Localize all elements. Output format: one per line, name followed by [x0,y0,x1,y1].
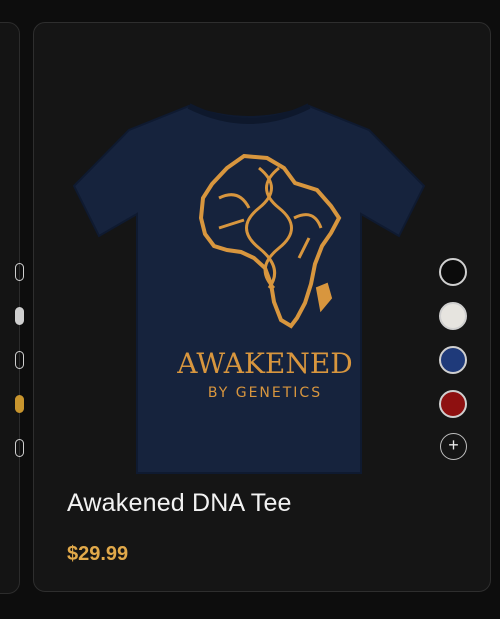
print-subtitle: BY GENETICS [208,385,322,401]
more-colors-button[interactable]: + [440,433,467,460]
color-swatch-black[interactable] [439,258,467,286]
prev-swatch-other[interactable] [15,439,24,457]
prev-swatch-gray[interactable] [15,351,24,369]
tshirt-shape [72,104,426,474]
product-card[interactable]: AWAKENED BY GENETICS + Awakened DNA Tee … [33,22,491,592]
print-title: AWAKENED [176,347,352,380]
color-swatch-navy[interactable] [439,346,467,374]
prev-swatch-white[interactable] [15,307,24,325]
color-swatch-red[interactable] [439,390,467,418]
product-image[interactable]: AWAKENED BY GENETICS [69,88,429,480]
prev-swatch-gold[interactable] [15,395,24,413]
prev-swatch-black[interactable] [15,263,24,281]
previous-product-card[interactable] [0,22,24,594]
product-title[interactable]: Awakened DNA Tee [67,489,292,518]
product-price: $29.99 [67,543,129,565]
color-swatch-white[interactable] [439,302,467,330]
